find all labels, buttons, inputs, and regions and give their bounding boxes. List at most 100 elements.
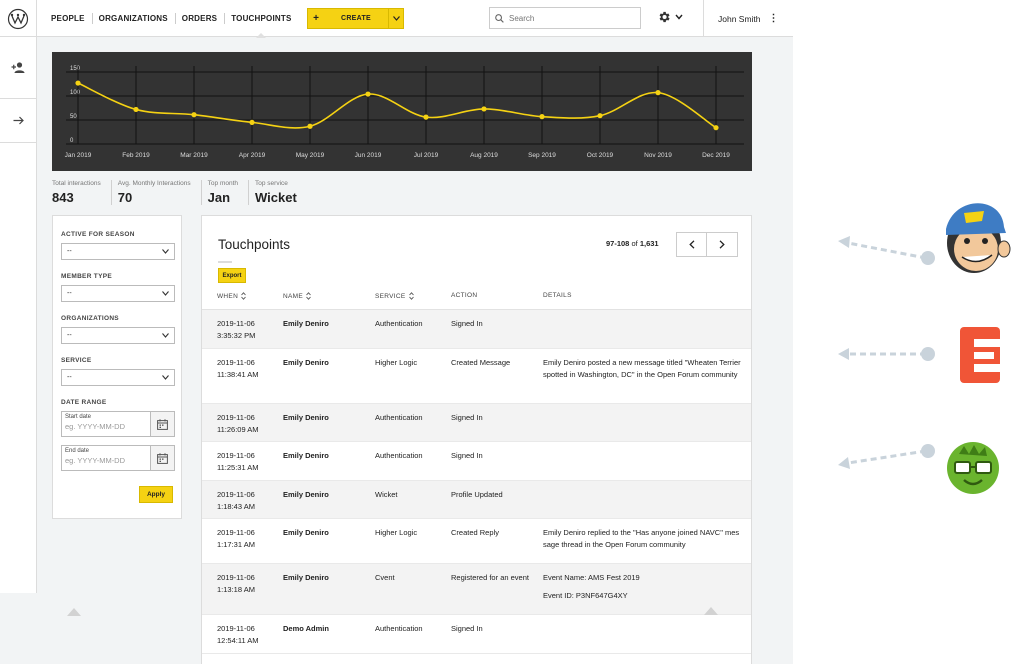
cell-action: Created Message	[451, 358, 511, 367]
start-date-calendar-button[interactable]	[150, 412, 174, 436]
cell-name: Emily Deniro	[283, 573, 329, 582]
data-point	[307, 123, 313, 129]
cell-name: Emily Deniro	[283, 413, 329, 422]
cell-name: Emily Deniro	[283, 528, 329, 537]
search-input[interactable]	[509, 13, 629, 23]
table-row[interactable]: 2019-11-06 11:38:41 AM Emily Deniro Highe…	[202, 349, 751, 404]
season-select[interactable]: --	[61, 243, 175, 260]
x-tick-label: Jan 2019	[65, 152, 92, 159]
cell-when: 2019-11-06 12:54:11 AM	[217, 623, 277, 646]
title-underline	[218, 261, 232, 263]
connector-mailchimp	[847, 241, 927, 260]
table-row[interactable]: 2019-11-06 11:26:09 AM Emily Deniro Authe…	[202, 404, 751, 442]
data-point	[133, 106, 139, 113]
x-tick-label: Sep 2019	[528, 152, 556, 159]
nav-orders[interactable]: ORDERS	[174, 0, 224, 37]
arrow-left-icon	[838, 348, 849, 360]
table-row[interactable]: 2019-11-06 11:25:31 AM Emily Deniro Authe…	[202, 442, 751, 481]
integrations-illustration	[838, 203, 1011, 494]
calendar-icon	[157, 418, 168, 430]
table-row[interactable]: 2019-11-06 3:35:32 PM Emily Deniro Authen…	[202, 310, 751, 349]
cell-when: 2019-11-06 11:25:31 AM	[217, 450, 277, 473]
column-when[interactable]: WHEN	[217, 292, 246, 300]
column-service[interactable]: SERVICE	[375, 292, 414, 300]
start-date-placeholder: eg. YYYY-MM-DD	[65, 422, 126, 431]
nav-people[interactable]: PEOPLE	[44, 0, 92, 37]
cell-service: Cvent	[375, 573, 395, 582]
next-page-button[interactable]	[707, 232, 738, 257]
cell-action: Signed In	[451, 451, 483, 460]
data-point	[481, 106, 487, 112]
expand-sidebar-button[interactable]	[0, 99, 36, 143]
summary-stats: Total interactions 843 Avg. Monthly Inte…	[52, 180, 313, 205]
details-text: Event Name: AMS Fest 2019	[543, 573, 640, 582]
x-tick-label: Jun 2019	[355, 152, 382, 159]
create-button[interactable]: + CREATE	[307, 8, 404, 29]
apply-button[interactable]: Apply	[139, 486, 173, 503]
calendar-icon	[157, 452, 168, 464]
app-logo[interactable]	[0, 0, 37, 37]
pagination-controls	[676, 232, 738, 257]
user-menu[interactable]: John Smith ⋮	[703, 0, 793, 37]
settings-menu[interactable]	[657, 10, 683, 24]
member-type-select[interactable]: --	[61, 285, 175, 302]
end-date-calendar-button[interactable]	[150, 446, 174, 470]
row-time: 1:17:31 AM	[217, 539, 255, 549]
x-tick-label: Nov 2019	[644, 152, 672, 159]
nav-organizations[interactable]: ORGANIZATIONS	[91, 0, 175, 37]
stat-avg-monthly: Avg. Monthly Interactions 70	[118, 180, 202, 205]
nav-touchpoints[interactable]: TOUCHPOINTS	[224, 0, 298, 38]
series-line	[77, 82, 717, 129]
add-person-button[interactable]	[0, 37, 36, 99]
gear-icon	[659, 11, 670, 23]
sort-icon	[306, 292, 311, 300]
data-point	[191, 112, 197, 118]
start-date-field[interactable]: Start date eg. YYYY-MM-DD	[61, 411, 175, 437]
table-row[interactable]: 2019-11-06 1:17:31 AM Emily Deniro Higher…	[202, 519, 751, 564]
data-point	[539, 114, 545, 120]
cell-name: Emily Deniro	[283, 451, 329, 460]
filter-label-member-type: MEMBER TYPE	[61, 273, 112, 280]
add-person-icon	[11, 62, 25, 73]
table-row[interactable]: 2019-11-06 1:18:43 AM Emily Deniro Wicket…	[202, 481, 751, 519]
previous-page-button[interactable]	[676, 232, 707, 257]
x-tick-label: Jul 2019	[414, 152, 439, 159]
row-date: 2019-11-06	[217, 451, 255, 460]
chevron-down-icon	[392, 16, 400, 21]
connector-dot	[921, 347, 935, 361]
export-button[interactable]: Export	[218, 268, 246, 283]
service-select[interactable]: --	[61, 369, 175, 386]
wicket-logo-icon	[7, 8, 29, 29]
end-date-label: End date	[65, 448, 90, 454]
select-value: --	[67, 290, 72, 297]
cell-service: Authentication	[375, 413, 423, 422]
stat-value: 843	[52, 190, 74, 205]
end-date-field[interactable]: End date eg. YYYY-MM-DD	[61, 445, 175, 471]
x-tick-label: Aug 2019	[470, 152, 498, 159]
table-row[interactable]: 2019-11-06 1:13:18 AM Emily Deniro Cvent …	[202, 564, 751, 615]
stat-label: Top month	[207, 180, 239, 187]
organizations-select[interactable]: --	[61, 327, 175, 344]
create-dropdown-toggle[interactable]	[388, 9, 403, 28]
nerd-logo-icon	[947, 442, 999, 494]
data-point	[75, 80, 81, 86]
cell-name: Emily Deniro	[283, 358, 329, 367]
search-box	[489, 7, 641, 29]
touchpoints-chart: 0 50 100 150 Jan 2019 Feb 2019 Mar 2019 Apr 201…	[52, 52, 752, 171]
chevron-right-icon	[719, 240, 725, 249]
column-name[interactable]: NAME	[283, 292, 311, 300]
row-date: 2019-11-06	[217, 528, 255, 537]
cell-action: Registered for an event	[451, 573, 529, 582]
connector-nerd	[847, 449, 927, 465]
end-date-input[interactable]: End date eg. YYYY-MM-DD	[62, 446, 150, 470]
data-point	[713, 125, 719, 131]
top-navigation-bar: PEOPLE ORGANIZATIONS ORDERS TOUCHPOINTS …	[0, 0, 793, 38]
y-tick-label: 0	[70, 138, 74, 144]
column-details: DETAILS	[543, 292, 572, 299]
kebab-menu-icon[interactable]: ⋮	[769, 13, 779, 24]
chevron-down-icon	[162, 333, 169, 338]
start-date-input[interactable]: Start date eg. YYYY-MM-DD	[62, 412, 150, 436]
table-row[interactable]: 2019-11-06 12:54:11 AM Demo Admin Authent…	[202, 615, 751, 654]
row-time: 11:25:31 AM	[217, 462, 259, 472]
row-date: 2019-11-06	[217, 319, 255, 328]
